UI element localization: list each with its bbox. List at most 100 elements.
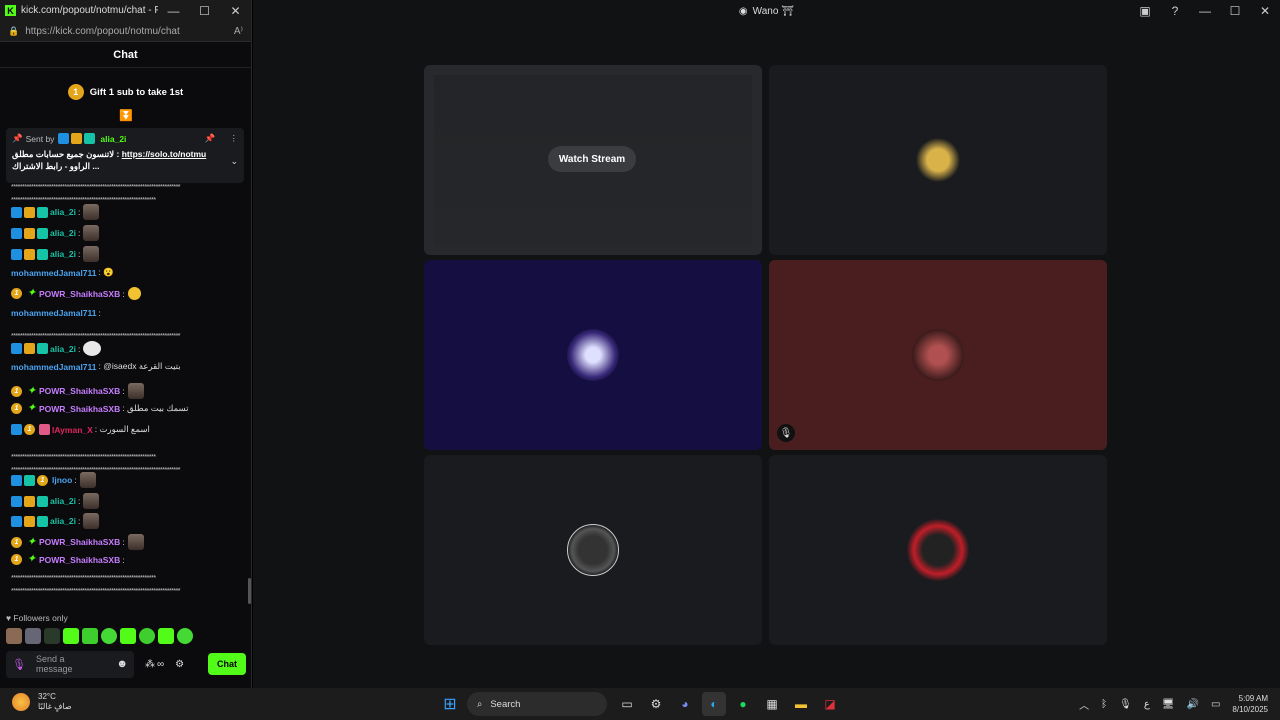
collapse-arrow-icon[interactable]: ⏬ (119, 109, 133, 122)
read-aloud-icon[interactable]: A⁾ (234, 26, 243, 37)
emote-2[interactable] (25, 628, 41, 644)
close-button[interactable]: ✕ (1250, 4, 1280, 18)
language-indicator[interactable]: ع (1144, 699, 1150, 710)
chevron-up-icon[interactable]: ︿ (1079, 697, 1089, 712)
amd-icon[interactable]: ◪ (818, 692, 842, 716)
close-button[interactable]: ✕ (220, 4, 251, 18)
edge-icon[interactable]: ◐ (702, 692, 726, 716)
participant-tile[interactable] (424, 260, 762, 450)
chat-text: : (78, 228, 81, 238)
chat-username[interactable]: mohammedJamal711 (11, 308, 97, 318)
chat-message: 1 ✦ POWR_ShaikhaSXB: تسمك بيت مطلق (11, 403, 242, 414)
chat-username[interactable]: POWR_ShaikhaSXB (39, 289, 120, 299)
message-placeholder: Send a message (35, 654, 73, 674)
pinned-text-before: لاتنسون جميع حسابات مطلق : (12, 149, 122, 160)
emote-5[interactable] (82, 628, 98, 644)
task-view-icon[interactable]: ▭ (615, 692, 639, 716)
more-options-icon[interactable]: ⋮ (230, 133, 239, 144)
sub-badge-icon (37, 495, 48, 507)
emote-9[interactable] (158, 628, 174, 644)
emote-10[interactable] (177, 628, 193, 644)
chat-input-row: 🎙 Send a message ☻ ⁂ ∞ ⚙ Chat (6, 650, 246, 678)
inbox-icon[interactable]: ▣ (1130, 4, 1160, 18)
watch-stream-button[interactable]: Watch Stream (548, 146, 636, 172)
send-chat-button[interactable]: Chat (208, 653, 246, 675)
followers-only-status: ♥ Followers only (6, 613, 68, 623)
emote-image (83, 513, 100, 529)
minimize-button[interactable]: — (1190, 4, 1220, 18)
pinned-link[interactable]: https://solo.to/notmu (122, 149, 207, 159)
weather-widget[interactable]: 32°C صافٍ غالبًا (12, 692, 72, 712)
chat-username[interactable]: lAyman_X (52, 425, 93, 435)
emoji-icon[interactable]: ☻ (116, 658, 128, 670)
chat-username[interactable]: ljnoo (52, 475, 72, 485)
discord-icon[interactable]: ◕ (673, 692, 697, 716)
vip-badge-icon (24, 343, 35, 354)
chat-username[interactable]: alia_2i (50, 516, 76, 526)
file-explorer-icon[interactable]: ▬ (789, 692, 813, 716)
infinity-icon[interactable]: ∞ (157, 659, 164, 670)
lock-icon: 🔒 (8, 25, 20, 36)
pin-icon: 📌 (12, 133, 23, 144)
maximize-button[interactable]: ☐ (1220, 4, 1250, 18)
chat-username[interactable]: alia_2i (50, 496, 76, 506)
chat-scrollbar[interactable] (248, 578, 251, 604)
taskbar-search[interactable]: ⌕ Search (467, 692, 607, 716)
chat-username[interactable]: mohammedJamal711 (11, 362, 97, 372)
pinned-username[interactable]: alia_2i (100, 134, 126, 144)
network-icon[interactable]: 🖥 (1162, 699, 1175, 710)
bluetooth-icon[interactable]: ᛒ (1101, 699, 1107, 710)
help-icon[interactable]: ? (1160, 4, 1190, 18)
store-icon[interactable]: ▦ (760, 692, 784, 716)
microphone-icon[interactable]: 🎙 (12, 658, 26, 671)
mod-badge-icon (11, 343, 22, 354)
chat-username[interactable]: mohammedJamal711 (11, 268, 97, 278)
chat-username[interactable]: alia_2i (50, 228, 76, 238)
clock[interactable]: 5:09 AM 8/10/2025 (1232, 693, 1268, 715)
spotify-icon[interactable]: ● (731, 692, 755, 716)
chat-text: : (74, 475, 77, 485)
heart-icon: ♥ (6, 613, 12, 623)
chat-text: : اسمع السورت (94, 424, 150, 434)
vip-badge-icon (24, 495, 35, 507)
chat-username[interactable]: POWR_ShaikhaSXB (39, 537, 120, 547)
chat-username[interactable]: alia_2i (50, 249, 76, 259)
chat-username[interactable]: alia_2i (50, 344, 76, 354)
participant-tile[interactable] (424, 455, 762, 645)
sub-badge-icon (37, 343, 48, 354)
gear-icon[interactable]: ⚙ (175, 659, 184, 670)
date: 8/10/2025 (1232, 705, 1268, 714)
maximize-button[interactable]: ☐ (189, 4, 220, 18)
windows-taskbar: 32°C صافٍ غالبًا ⊞ ⌕ Search ▭ ⚙ ◕ ◐ ● ▦ … (0, 688, 1280, 720)
unpin-icon[interactable]: 📌 (205, 133, 216, 144)
chevron-down-icon[interactable]: ⌄ (230, 156, 238, 167)
mod-badge-icon (58, 133, 70, 145)
chat-username[interactable]: POWR_ShaikhaSXB (39, 404, 120, 414)
steam-icon[interactable]: ⚙ (644, 692, 668, 716)
chat-username[interactable]: POWR_ShaikhaSXB (39, 555, 120, 565)
windows-start-icon[interactable]: ⊞ (438, 692, 462, 716)
chat-username[interactable]: POWR_ShaikhaSXB (39, 386, 120, 396)
battery-icon[interactable]: ▭ (1211, 699, 1220, 710)
temperature: 32°C (38, 692, 56, 701)
participant-tile[interactable] (769, 455, 1107, 645)
minimize-button[interactable]: — (158, 4, 189, 18)
microphone-tray-icon[interactable]: 🎙 (1119, 699, 1132, 710)
participant-tile[interactable]: 🎙 (769, 260, 1107, 450)
emote-1[interactable] (6, 628, 22, 644)
emote-8[interactable] (139, 628, 155, 644)
emote-6[interactable] (101, 628, 117, 644)
chat-username[interactable]: alia_2i (50, 207, 76, 217)
spam-message-line: ****************************************… (11, 197, 156, 204)
coin-badge-icon: 1 (11, 385, 22, 397)
participant-tile[interactable] (769, 65, 1107, 255)
emote-3[interactable] (44, 628, 60, 644)
volume-icon[interactable]: 🔊 (1187, 699, 1199, 710)
desktop: K kick.com/popout/notmu/chat - Person...… (0, 0, 1280, 720)
stream-tile[interactable]: Watch Stream (424, 65, 762, 255)
message-input[interactable]: 🎙 Send a message ☻ (6, 650, 134, 678)
emote-4[interactable] (63, 628, 79, 644)
emote-picker-icon[interactable]: ⁂ (145, 659, 155, 670)
emote-7[interactable] (120, 628, 136, 644)
address-bar[interactable]: 🔒 https://kick.com/popout/notmu/chat A⁾ (0, 21, 251, 42)
